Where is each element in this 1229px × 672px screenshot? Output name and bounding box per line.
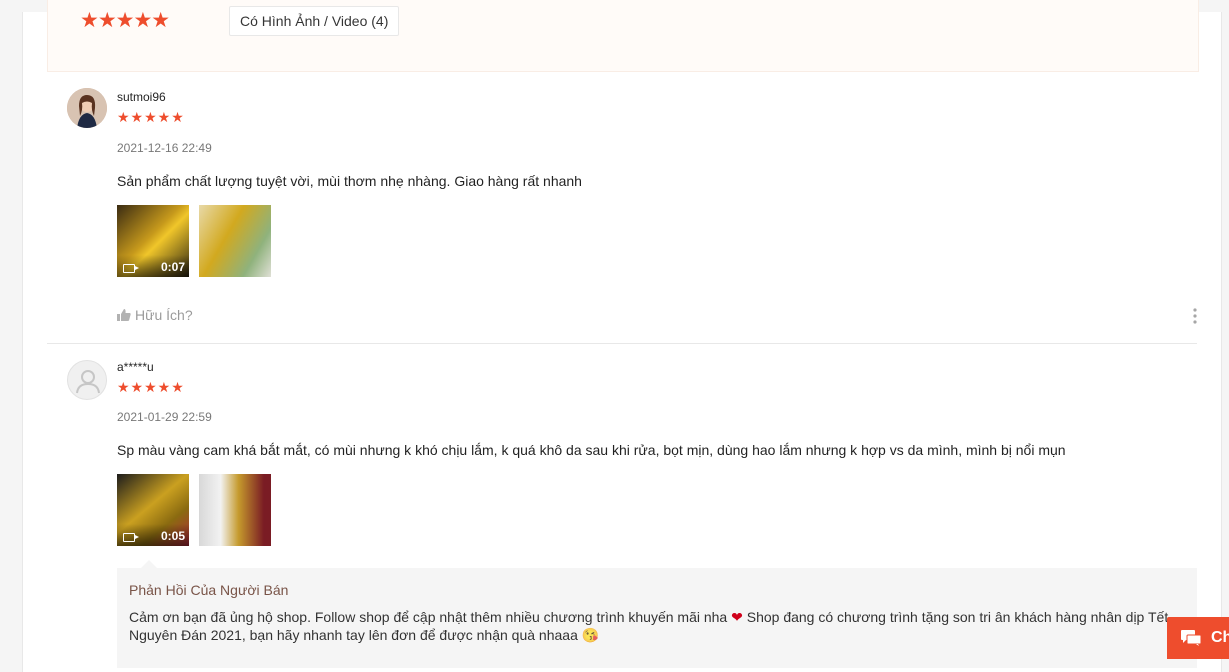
rating-filter-panel: ★★★★★ Có Hình Ảnh / Video (4) [47,0,1199,72]
heart-icon: ❤ [731,609,743,625]
more-options-icon[interactable] [1193,308,1197,324]
review-comment: Sản phẩm chất lượng tuyệt vời, mùi thơm … [117,173,582,189]
reviewer-name[interactable]: sutmoi96 [117,90,166,104]
review-rating-stars: ★★★★★ [117,109,185,125]
chat-bubble-icon [1181,630,1201,646]
video-camera-icon [123,533,139,542]
avatar[interactable] [67,88,107,128]
helpful-label: Hữu Ích? [135,307,193,323]
reviewer-name[interactable]: a*****u [117,360,154,374]
video-duration: 0:05 [160,529,185,543]
video-duration: 0:07 [160,260,185,274]
review-video-thumbnail[interactable]: 0:07 [117,205,189,277]
seller-reply-title: Phản Hồi Của Người Bán [129,582,289,598]
seller-reply-text-part1: Cảm ơn bạn đã ủng hộ shop. Follow shop đ… [129,609,732,625]
review-item: sutmoi96 ★★★★★ 2021-12-16 22:49 Sản phẩm… [47,72,1197,342]
review-date: 2021-12-16 22:49 [117,141,212,155]
thumbs-up-icon [117,309,131,321]
seller-reply: Phản Hồi Của Người Bán Cảm ơn bạn đã ủng… [117,560,1197,668]
helpful-button[interactable]: Hữu Ích? [117,307,193,323]
review-comment: Sp màu vàng cam khá bắt mắt, có mùi nhưn… [117,442,1066,458]
review-image-thumbnail[interactable] [199,205,271,277]
review-image-thumbnail[interactable] [199,474,271,546]
review-rating-stars: ★★★★★ [117,379,185,395]
review-video-thumbnail[interactable]: 0:05 [117,474,189,546]
video-camera-icon [123,264,139,273]
seller-reply-text: Cảm ơn bạn đã ủng hộ shop. Follow shop đ… [129,608,1191,644]
chat-label: Ch [1211,629,1229,646]
avatar[interactable] [67,360,107,400]
overall-rating-stars: ★★★★★ [80,9,170,32]
wink-face-icon: 😘 [581,627,600,643]
user-photo-icon [67,88,107,128]
default-user-icon [76,370,100,394]
filter-with-media-button[interactable]: Có Hình Ảnh / Video (4) [229,6,400,36]
chat-button[interactable]: Ch [1167,617,1229,659]
review-date: 2021-01-29 22:59 [117,410,212,424]
